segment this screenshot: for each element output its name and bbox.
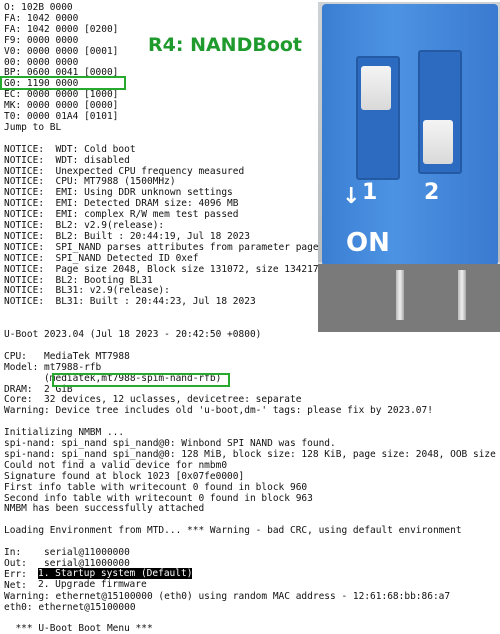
boot-menu-item-upgrade[interactable]: 2. Upgrade firmware [38,579,147,590]
switch-2-label: 2 [424,180,440,205]
model-highlight-box [52,373,230,387]
console-line: First info table with writecount 0 found… [4,481,308,493]
console-line: NOTICE: BL31: v2.9(release): [4,285,170,297]
console-line: Initializing NMBM ... [4,427,125,439]
console-line: eth0: ethernet@15100000 [4,601,136,613]
dip-switch-body: ↓ 1 2 ON [322,4,498,266]
switch-2-slot [418,50,462,174]
console-line: Loading Environment from MTD... *** Warn… [4,525,462,537]
console-line: NOTICE: BL2: Built : 20:44:19, Jul 18 20… [4,230,250,242]
console-line: MK: 0000 0000 [0000] [4,100,119,112]
console-line: 00: 0000 0000 [4,56,79,68]
console-line: NOTICE: BL2: Booting BL31 [4,274,153,286]
console-line: NOTICE: EMI: complex R/W mem test passed [4,209,239,221]
arrow-down-icon: ↓ [342,184,361,209]
console-line: NOTICE: Page size 2048, Block size 13107… [4,263,336,275]
console-line: CPU: MediaTek MT7988 [4,350,130,362]
boot-menu-item-startup[interactable]: 1. Startup system (Default) [38,568,193,579]
console-line: Second info table with writecount 0 foun… [4,492,313,504]
pcb-edge [318,264,500,332]
switch-2-knob [423,120,453,164]
console-line: Could not find a valid device for nmbm0 [4,459,228,471]
console-line: Core: 32 devices, 12 uclasses, devicetre… [4,394,302,406]
console-line: NOTICE: EMI: Using DDR unknown settings [4,187,233,199]
on-label: ON [346,228,390,258]
console-line: V0: 0000 0000 [0001] [4,45,119,57]
console-line: NOTICE: Unexpected CPU frequency measure… [4,165,245,177]
pin-right [458,270,466,320]
console-line: NOTICE: BL31: Built : 20:44:23, Jul 18 2… [4,296,256,308]
console-line: O: 102B 0000 [4,2,73,13]
console-line: NOTICE: EMI: Detected DRAM size: 4096 MB [4,198,239,210]
console-line: Warning: ethernet@15100000 (eth0) using … [4,590,451,602]
console-line: FA: 1042 0000 [0200] [4,23,119,35]
boot-mode-caption: R4: NANDBoot [148,34,303,56]
console-line: NOTICE: CPU: MT7988 (1500MHz) [4,176,176,188]
console-line: spi-nand: spi_nand spi_nand@0: 128 MiB, … [4,448,496,460]
console-line: U-Boot 2023.04 (Jul 18 2023 - 20:42:50 +… [4,329,262,340]
dip-switch-photo: ↓ 1 2 ON [318,2,500,332]
console-line: Net: [4,579,27,591]
switch-1-label: 1 [362,180,378,205]
console-line: NOTICE: WDT: disabled [4,154,130,166]
console-line: NOTICE: SPI_NAND parses attributes from … [4,241,325,253]
console-line: NOTICE: BL2: v2.9(release): [4,220,165,231]
console-line: NOTICE: WDT: Cold boot [4,143,136,155]
ec-highlight-box [0,76,126,90]
console-line: *** U-Boot Boot Menu *** [4,623,153,634]
console-line: EC: 0000 0000 [1000] [4,89,119,101]
console-line: Warning: Device tree includes old 'u-boo… [4,405,433,417]
console-line: T0: 0000 01A4 [0101] [4,111,119,122]
console-line: In: serial@11000000 [4,547,130,558]
console-line: NOTICE: SPI_NAND Detected ID 0xef [4,252,199,264]
console-line: F9: 0000 0000 [4,34,79,46]
console-line: NMBM has been successfully attached [4,503,205,515]
console-line: spi-nand: spi_nand spi_nand@0: Winbond S… [4,438,336,449]
switch-1-knob [361,66,391,110]
switch-1-slot [356,56,400,180]
console-line: Signature found at block 1023 [0x07fe000… [4,470,245,482]
pin-left [396,270,404,320]
console-line: FA: 1042 0000 [4,12,79,24]
console-line: Model: mt7988-rfb [4,361,102,373]
console-line: Jump to BL [4,121,62,133]
